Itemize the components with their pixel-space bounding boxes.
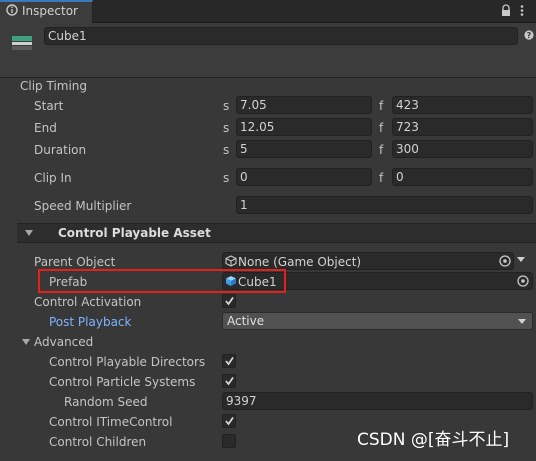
checkmark-icon <box>225 417 234 426</box>
object-picker-icon[interactable] <box>498 254 512 268</box>
advanced-foldout-icon[interactable] <box>22 339 30 345</box>
post-playback-dropdown[interactable]: Active <box>222 312 533 330</box>
start-frames-unit: f <box>379 99 384 113</box>
parent-object-dropdown-icon[interactable] <box>517 257 525 262</box>
clip-in-seconds-field[interactable]: 0 <box>236 168 372 186</box>
start-seconds-unit: s <box>223 99 230 113</box>
post-playback-label: Post Playback <box>49 315 132 329</box>
control-children-checkbox[interactable] <box>222 434 236 448</box>
end-frames-field[interactable]: 723 <box>392 118 533 136</box>
clip-in-seconds-unit: s <box>223 171 230 185</box>
kebab-menu-icon[interactable] <box>520 4 524 17</box>
tab-label: Inspector <box>22 4 78 18</box>
duration-frames-unit: f <box>379 143 384 157</box>
end-seconds-unit: s <box>223 121 230 135</box>
start-seconds-field[interactable]: 7.05 <box>236 96 372 114</box>
clip-in-frames-field[interactable]: 0 <box>392 168 533 186</box>
clip-timing-title: Clip Timing <box>20 79 88 93</box>
end-seconds-field[interactable]: 12.05 <box>236 118 372 136</box>
lock-icon[interactable] <box>500 4 512 17</box>
csdn-watermark: CSDN @[奋斗不止] <box>357 430 510 450</box>
random-seed-label: Random Seed <box>64 395 148 409</box>
advanced-label[interactable]: Advanced <box>34 334 93 350</box>
control-itimecontrol-label: Control ITimeControl <box>49 415 173 429</box>
prefab-highlight-box <box>38 269 286 293</box>
control-particle-systems-checkbox[interactable] <box>222 374 236 388</box>
control-particle-systems-label: Control Particle Systems <box>49 375 196 389</box>
control-playable-asset-title: Control Playable Asset <box>58 226 211 240</box>
duration-label: Duration <box>34 143 87 157</box>
control-itimecontrol-checkbox[interactable] <box>222 414 236 428</box>
random-seed-field[interactable]: 9397 <box>222 392 533 410</box>
chevron-down-icon[interactable] <box>518 319 526 324</box>
checkmark-icon <box>225 357 234 366</box>
parent-object-label: Parent Object <box>34 255 116 269</box>
object-name-field[interactable]: Cube1 <box>44 27 518 45</box>
help-icon[interactable]: ? <box>524 29 534 41</box>
checkmark-icon <box>225 377 234 386</box>
end-label: End <box>34 121 57 135</box>
control-playable-directors-checkbox[interactable] <box>222 354 236 368</box>
game-object-icon <box>12 36 32 50</box>
duration-frames-field[interactable]: 300 <box>392 140 533 158</box>
start-label: Start <box>34 99 64 113</box>
clip-in-frames-unit: f <box>379 171 384 185</box>
foldout-arrow-icon[interactable] <box>25 230 33 236</box>
prefab-picker-icon[interactable] <box>516 274 530 288</box>
game-object-cube-icon <box>225 255 237 267</box>
checkmark-icon <box>225 297 234 306</box>
control-activation-label: Control Activation <box>34 295 142 309</box>
end-frames-unit: f <box>379 121 384 135</box>
start-frames-field[interactable]: 423 <box>392 96 533 114</box>
duration-seconds-unit: s <box>223 143 230 157</box>
speed-multiplier-field[interactable]: 1 <box>236 196 533 214</box>
duration-seconds-field[interactable]: 5 <box>236 140 372 158</box>
control-playable-directors-label: Control Playable Directors <box>49 355 206 369</box>
svg-text:?: ? <box>527 31 532 40</box>
control-children-label: Control Children <box>49 435 147 449</box>
control-activation-checkbox[interactable] <box>222 294 236 308</box>
speed-multiplier-label: Speed Multiplier <box>34 199 132 213</box>
parent-object-value: None (Game Object) <box>238 255 362 269</box>
info-icon <box>6 4 18 16</box>
clip-in-label: Clip In <box>34 171 72 185</box>
